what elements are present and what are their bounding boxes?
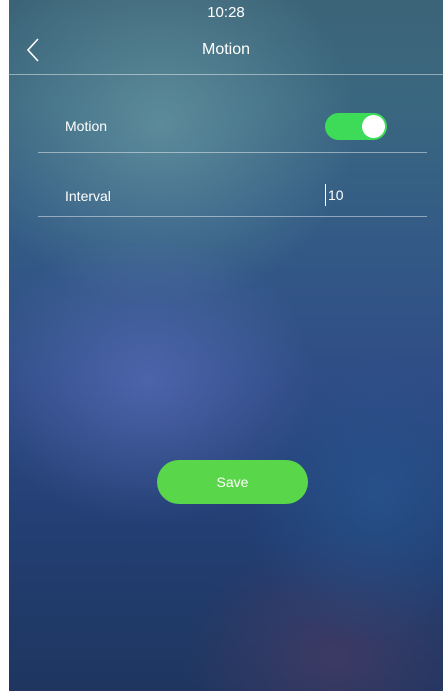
toggle-knob (362, 115, 385, 138)
motion-row: Motion (38, 100, 427, 153)
page-title: Motion (201, 41, 251, 58)
device-screen: 10:28 Motion Motion Interval Save (9, 0, 443, 691)
save-button[interactable]: Save (157, 460, 308, 504)
motion-toggle[interactable] (325, 113, 387, 140)
interval-row: Interval (38, 166, 427, 217)
interval-input[interactable] (325, 184, 408, 206)
status-time: 10:28 (207, 4, 245, 21)
motion-label: Motion (65, 118, 108, 134)
status-bar: 10:28 (9, 0, 443, 26)
top-bar: Motion (9, 26, 443, 75)
interval-label: Interval (65, 188, 111, 204)
